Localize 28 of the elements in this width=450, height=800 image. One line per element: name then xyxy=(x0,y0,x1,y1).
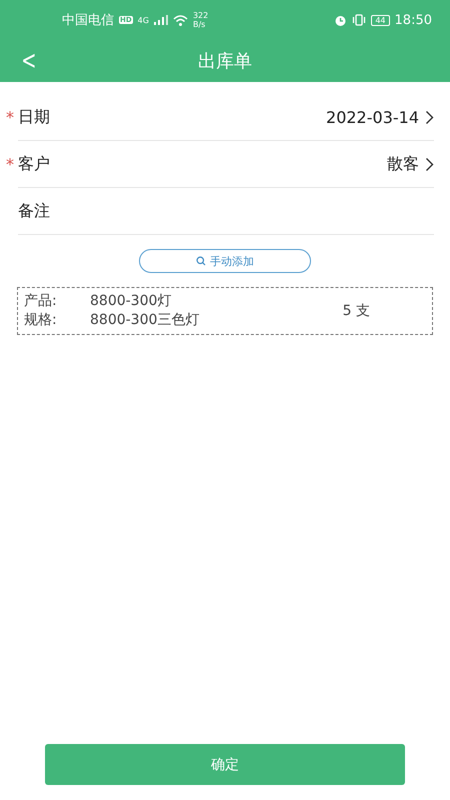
field-label: 客户 xyxy=(18,154,50,174)
spec-value: 8800-300三色灯 xyxy=(90,311,200,330)
field-label: 日期 xyxy=(18,106,50,128)
required-asterisk: * xyxy=(6,154,14,174)
product-card[interactable]: 产品: 8800-300灯 规格: 8800-300三色灯 5 支 xyxy=(17,287,433,335)
product-name: 8800-300灯 xyxy=(90,292,172,311)
spec-label: 规格: xyxy=(24,311,58,330)
page-title: 出库单 xyxy=(198,50,252,73)
battery-level: 44 xyxy=(371,14,390,26)
product-label: 产品: xyxy=(24,292,58,311)
field-value[interactable]: 2022-03-14 xyxy=(326,108,419,126)
network-speed: 322 xyxy=(192,11,208,20)
manual-add-button[interactable]: 手动添加 xyxy=(139,249,311,273)
field-value[interactable]: 散客 xyxy=(387,154,419,174)
alarm-icon xyxy=(334,14,348,26)
field-label: 备注 xyxy=(18,200,50,222)
chevron-right-icon[interactable] xyxy=(425,156,434,172)
speed-unit: B/s xyxy=(192,20,206,29)
wifi-icon xyxy=(172,14,188,26)
network-type: 4G xyxy=(138,16,149,24)
carrier-name: 中国电信 xyxy=(62,12,114,29)
chevron-right-icon[interactable] xyxy=(425,110,434,124)
required-asterisk: * xyxy=(6,108,14,126)
signal-icon xyxy=(154,15,168,25)
vibrate-icon xyxy=(352,14,366,26)
clock-time: 18:50 xyxy=(394,12,432,28)
search-icon xyxy=(196,256,206,266)
quantity: 5 支 xyxy=(342,302,370,320)
